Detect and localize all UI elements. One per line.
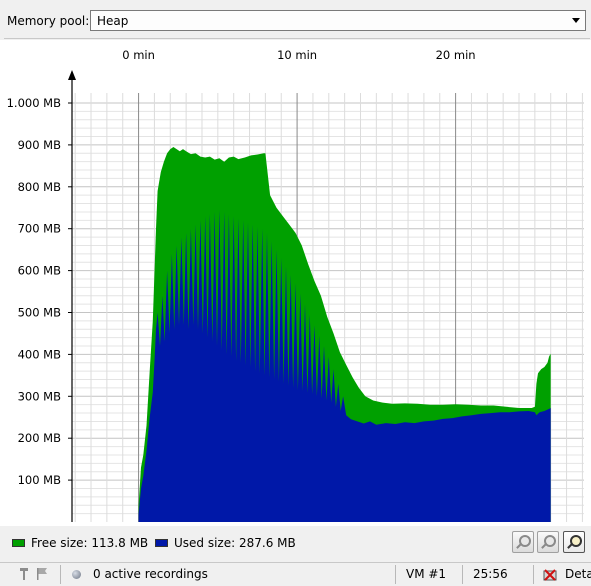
x-tick-label: 0 min (122, 48, 155, 62)
y-tick-label: 300 MB (18, 389, 62, 403)
status-divider (395, 565, 396, 584)
y-tick-label: 800 MB (18, 180, 62, 194)
pin-icon[interactable] (18, 567, 30, 581)
vm-status: VM #1 (406, 567, 447, 581)
y-axis-arrow (68, 70, 76, 80)
recordings-status: 0 active recordings (93, 567, 208, 581)
memory-pool-select-value: Heap (97, 14, 129, 28)
heap-chart-svg: 100 MB 200 MB 300 MB 400 MB 500 MB 600 MB 700 … (7, 48, 584, 523)
legend-used-label: Used size: 287.6 MB (174, 536, 296, 550)
legend-free-swatch (12, 539, 25, 547)
y-tick-label: 900 MB (18, 138, 62, 152)
detach-label[interactable]: Deta (565, 563, 591, 586)
zoom-out-button[interactable] (537, 531, 559, 553)
y-tick-label: 600 MB (18, 264, 62, 278)
legend-bar: Free size: 113.8 MB Used size: 287.6 MB (0, 526, 591, 560)
status-divider (533, 565, 534, 584)
memory-pool-bar: Memory pool: Heap (0, 0, 591, 40)
y-tick-label: 500 MB (18, 306, 62, 320)
y-tick-label: 700 MB (18, 222, 62, 236)
y-tick-label: 100 MB (18, 473, 62, 487)
legend-used-swatch (155, 539, 168, 547)
elapsed-time: 25:56 (473, 567, 508, 581)
legend-free: Free size: 113.8 MB (12, 536, 148, 550)
memory-pool-select[interactable]: Heap (90, 10, 586, 31)
flag-icon[interactable] (36, 567, 48, 581)
x-tick-label: 10 min (277, 48, 317, 62)
y-tick-label: 400 MB (18, 347, 62, 361)
chevron-down-icon (572, 18, 580, 23)
zoom-reset-button[interactable] (563, 531, 585, 553)
status-divider (462, 565, 463, 584)
zoom-in-button[interactable] (512, 531, 534, 553)
detach-icon[interactable] (542, 567, 560, 583)
status-divider (60, 565, 61, 584)
legend-used: Used size: 287.6 MB (155, 536, 296, 550)
status-bar: 0 active recordings VM #1 25:56 Deta (0, 562, 591, 586)
heap-chart[interactable]: 100 MB 200 MB 300 MB 400 MB 500 MB 600 MB 700 … (0, 40, 591, 526)
legend-free-label: Free size: 113.8 MB (31, 536, 149, 550)
divider (4, 38, 590, 39)
memory-pool-label: Memory pool: (7, 14, 90, 28)
y-tick-label: 1.000 MB (7, 96, 61, 110)
recording-status-icon (72, 570, 81, 579)
x-tick-label: 20 min (436, 48, 476, 62)
y-tick-label: 200 MB (18, 431, 62, 445)
